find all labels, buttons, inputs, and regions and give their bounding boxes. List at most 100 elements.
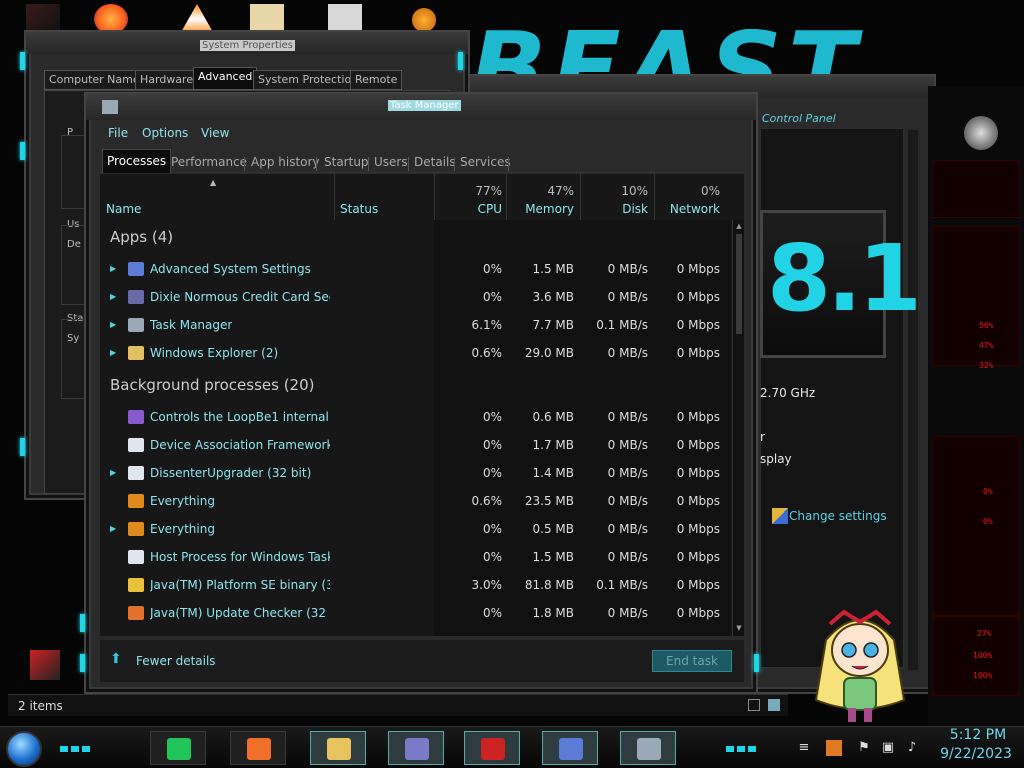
tab-separator (508, 157, 509, 171)
group-header[interactable]: Background processes (20) (110, 376, 315, 394)
process-row[interactable]: ▶ Windows Explorer (2) 0.6% 29.0 MB 0 MB/s 0 … (100, 340, 730, 368)
scrollbar[interactable] (908, 130, 918, 670)
details-view-icon[interactable] (748, 699, 760, 711)
process-name: Advanced System Settings (150, 262, 311, 276)
taskbar-explorer-button[interactable] (310, 731, 366, 765)
process-list-scrollbar[interactable]: ▲ ▼ (732, 220, 744, 636)
alienware-icon (30, 650, 60, 680)
expand-chevron-icon[interactable]: ▶ (110, 468, 118, 478)
scroll-down-icon[interactable]: ▼ (734, 624, 744, 634)
scrollbar-thumb[interactable] (736, 234, 742, 334)
taskbar-notes-button[interactable] (150, 731, 206, 765)
credit-card-icon (405, 738, 429, 760)
control-panel-breadcrumb[interactable]: Control Panel (762, 112, 836, 125)
tab-advanced[interactable]: Advanced (193, 67, 258, 90)
process-network: 0 Mbps (676, 410, 720, 424)
process-name: Java(TM) Update Checker (32 bit) (150, 606, 330, 620)
group-header[interactable]: Apps (4) (110, 228, 173, 246)
process-row[interactable]: ▶ Task Manager 6.1% 7.7 MB 0.1 MB/s 0 Mbps (100, 312, 730, 340)
change-settings-link[interactable]: Change settings (789, 509, 887, 523)
clock-date[interactable]: 9/22/2023 (934, 746, 1018, 762)
item-count: 2 items (18, 699, 63, 713)
tab-separator (316, 157, 317, 171)
tab-performance[interactable]: Performance (167, 153, 251, 173)
expand-chevron-icon[interactable]: ▶ (110, 348, 118, 358)
frame-accent (754, 654, 759, 672)
process-row[interactable]: Device Association Framework ... 0% 1.7 MB… (100, 432, 730, 460)
tab-computer-name[interactable]: Computer Name (44, 70, 145, 90)
process-row[interactable]: Everything 0.6% 23.5 MB 0 MB/s 0 Mbps (100, 488, 730, 516)
chevron-up-icon[interactable]: ⬆ (110, 652, 124, 666)
java-tray-icon[interactable] (826, 740, 842, 756)
tab-users[interactable]: Users (370, 153, 412, 173)
taskbar-task-manager-button[interactable] (620, 731, 676, 765)
process-row[interactable]: Host Process for Windows Tasks 0% 1.5 MB 0 … (100, 544, 730, 572)
flag-icon[interactable]: ⚑ (856, 740, 872, 756)
process-memory: 29.0 MB (524, 346, 574, 360)
process-row[interactable]: Java(TM) Update Checker (32 bit) 0% 1.8 MB… (100, 600, 730, 628)
tab-services[interactable]: Services (456, 153, 515, 173)
tab-startup[interactable]: Startup (320, 153, 373, 173)
expand-chevron-icon[interactable]: ▶ (110, 524, 118, 534)
taskbar-accent (726, 741, 776, 752)
menu-options[interactable]: Options (142, 126, 188, 140)
menu-file[interactable]: File (108, 126, 128, 140)
process-row[interactable]: Controls the LoopBe1 internal ... 0% 0.6 M… (100, 404, 730, 432)
process-cpu: 0.6% (471, 346, 503, 360)
network-icon[interactable]: ▣ (880, 740, 896, 756)
expand-chevron-icon[interactable]: ▶ (110, 292, 118, 302)
taskbar-system-settings-button[interactable] (542, 731, 598, 765)
column-cpu[interactable]: CPU (440, 202, 502, 216)
process-row[interactable]: ▶ DissenterUpgrader (32 bit) 0% 1.4 MB 0 MB/… (100, 460, 730, 488)
column-network[interactable]: Network (656, 202, 720, 216)
expand-chevron-icon[interactable]: ▶ (110, 320, 118, 330)
process-memory: 1.5 MB (532, 262, 574, 276)
taskbar-alienware-button[interactable] (464, 731, 520, 765)
column-memory[interactable]: Memory (510, 202, 574, 216)
task-manager-footer: ⬆ Fewer details End task (100, 640, 744, 682)
tab-system-protection[interactable]: System Protection (253, 70, 364, 90)
window-icon (128, 466, 144, 480)
process-row[interactable]: ▶ Everything 0% 0.5 MB 0 MB/s 0 Mbps (100, 516, 730, 544)
start-button[interactable] (6, 731, 42, 767)
tiles-view-icon[interactable] (768, 699, 780, 711)
column-divider (654, 174, 655, 220)
cpu-percent: 77% (475, 184, 502, 198)
process-row[interactable]: Java(TM) Platform SE binary (32... 3.0% 81… (100, 572, 730, 600)
clock-time[interactable]: 5:12 PM (938, 727, 1018, 743)
process-cpu: 0% (482, 522, 502, 536)
tab-app-history[interactable]: App history (247, 153, 324, 173)
orange-icon[interactable] (412, 8, 436, 32)
process-cpu: 0% (482, 290, 502, 304)
process-row[interactable]: ▶ Dixie Normous Credit Card Secu... 0% 3.6 … (100, 284, 730, 312)
gadget-drives: 0% 0% (932, 436, 1020, 616)
show-hidden-icons-icon[interactable]: ≡ (796, 740, 812, 756)
tab-processes[interactable]: Processes (102, 149, 172, 173)
loopbe-icon (128, 410, 144, 424)
process-disk: 0.1 MB/s (596, 578, 648, 592)
column-disk[interactable]: Disk (584, 202, 648, 216)
end-task-button[interactable]: End task (652, 650, 732, 672)
frame-accent (20, 52, 25, 70)
tab-hardware[interactable]: Hardware (135, 70, 199, 90)
tab-details[interactable]: Details (410, 153, 460, 173)
taskbar-firefox-button[interactable] (230, 731, 286, 765)
expand-chevron-icon[interactable]: ▶ (110, 264, 118, 274)
volume-icon[interactable]: ♪ (904, 740, 920, 756)
notes-icon (167, 738, 191, 760)
tab-remote[interactable]: Remote (350, 70, 403, 90)
process-disk: 0 MB/s (607, 262, 648, 276)
alienware-icon (481, 738, 505, 760)
scroll-up-icon[interactable]: ▲ (734, 222, 744, 232)
character-sticker (814, 609, 906, 722)
column-name[interactable]: Name (106, 202, 141, 216)
menu-view[interactable]: View (201, 126, 229, 140)
process-memory: 7.7 MB (532, 318, 574, 332)
fewer-details-button[interactable]: Fewer details (136, 654, 216, 668)
process-cpu: 0% (482, 410, 502, 424)
process-name: Java(TM) Platform SE binary (32... (150, 578, 330, 592)
taskbar-credit-card-button[interactable] (388, 731, 444, 765)
column-status[interactable]: Status (340, 202, 378, 216)
process-row[interactable]: ▶ Advanced System Settings 0% 1.5 MB 0 MB/s 0… (100, 256, 730, 284)
column-header: ▲ Name Status 77% CPU 47% Memory 10% Dis… (100, 174, 730, 220)
